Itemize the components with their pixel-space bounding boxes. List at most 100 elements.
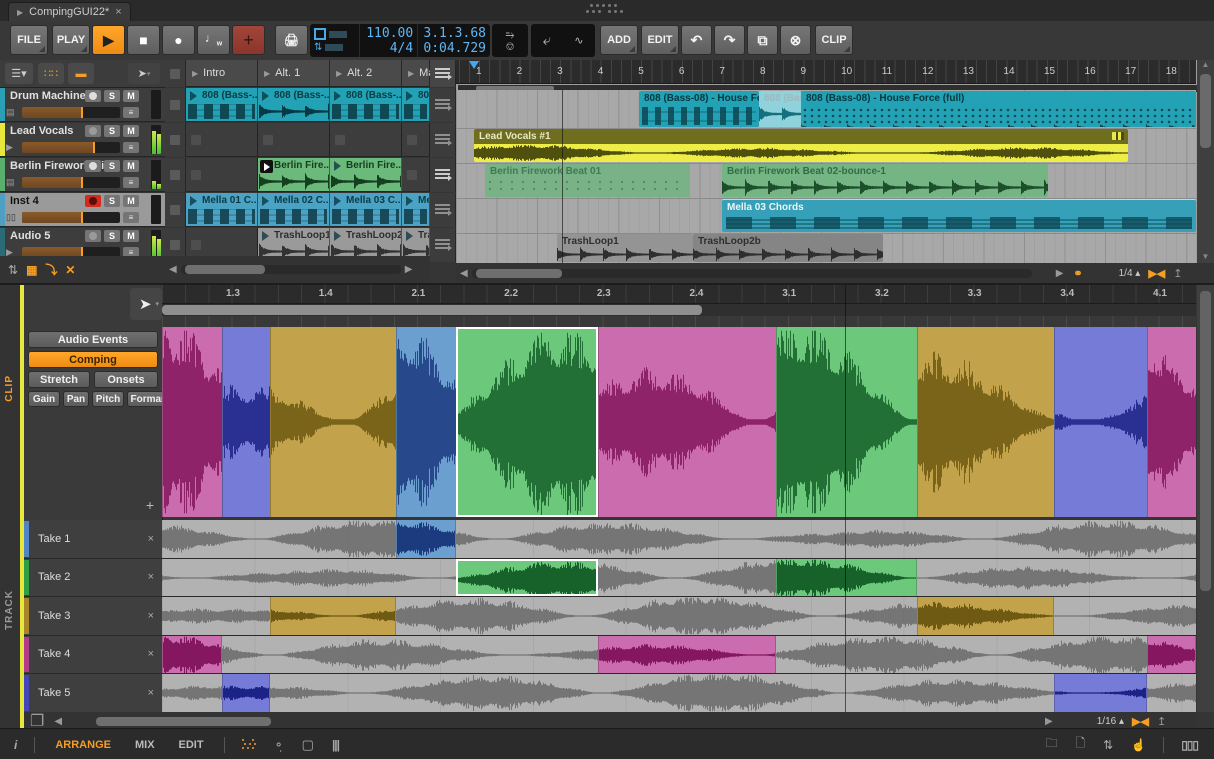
clear-icon[interactable]: ✕ (65, 263, 75, 277)
delete-button[interactable]: ⊗ (780, 25, 811, 55)
stop-button[interactable]: ■ (127, 25, 160, 55)
mute-button[interactable]: M (123, 160, 139, 172)
take-lane-4[interactable] (162, 636, 1196, 675)
tab-close-icon[interactable]: × (115, 6, 121, 18)
clip-slot[interactable]: Mella 03 C... (330, 193, 402, 227)
clip-slot[interactable]: Berlin Fire... (330, 158, 402, 192)
take-header-4[interactable]: Take 4× (24, 636, 162, 675)
arranger-clip[interactable]: 808 (Bass-08) - House Force (full) (801, 91, 1196, 127)
track-menu-icon[interactable]: ≡ (123, 107, 139, 118)
launcher-dots-icon[interactable] (233, 738, 265, 752)
zoom-fit-icon[interactable]: ↥ (1173, 267, 1182, 280)
editor-snap-value[interactable]: 1/16 ▴ (1097, 716, 1124, 727)
play-position[interactable]: 3.1.3.68 (418, 26, 486, 41)
volume-slider[interactable] (22, 212, 120, 223)
playstart-marker[interactable] (469, 61, 479, 69)
mode-button-onsets[interactable]: Onsets (94, 371, 158, 388)
arranger-clip[interactable]: TrashLoop1 (557, 234, 693, 262)
arranger-clip[interactable]: 808 (Bass-08) - House Force ( (639, 91, 759, 127)
stop-clip-icon[interactable] (170, 205, 180, 215)
editor-pointer-tool[interactable]: ➤▾ (130, 288, 162, 320)
clip-slot[interactable] (186, 158, 258, 192)
take-region[interactable] (1054, 674, 1147, 712)
take-delete-icon[interactable]: × (148, 610, 154, 622)
comp-segment-take3[interactable] (270, 327, 396, 517)
clip-slot[interactable] (402, 123, 430, 157)
fade-icon[interactable]: ∿ (574, 34, 583, 47)
comp-segment-take4[interactable] (598, 327, 776, 517)
document-tab[interactable]: ▶ CompingGUI22* × (8, 2, 131, 21)
track-row-inst-4[interactable]: Inst 4SM▯▯≡ (0, 193, 165, 227)
edit-button[interactable]: EDIT (641, 25, 679, 55)
pointer-tool-button[interactable]: ➤▾ (128, 63, 160, 84)
clip-slot[interactable]: Mella 02 C... (258, 193, 330, 227)
comp-area[interactable] (162, 327, 1196, 517)
add-button[interactable]: ADD (600, 25, 638, 55)
snap-mode-icon[interactable]: ▶◀ (1132, 715, 1149, 728)
follow-icon[interactable]: ⤵ (45, 261, 57, 278)
sub-lanes-icon[interactable] (435, 169, 450, 181)
comp-segment-take2[interactable] (456, 327, 598, 517)
info-icon[interactable]: i (0, 738, 26, 752)
take-region[interactable] (396, 520, 456, 558)
stop-clip-icon[interactable] (170, 170, 180, 180)
comp-segment-take5[interactable] (222, 327, 270, 517)
add-take-button[interactable]: + (146, 497, 154, 513)
scene-play-icon[interactable]: ▶ (264, 69, 270, 78)
clip-slot[interactable]: Mella 01 C... (186, 193, 258, 227)
take-header-1[interactable]: Take 1× (24, 520, 162, 559)
clip-slot[interactable] (330, 123, 402, 157)
stop-clip-icon[interactable] (170, 100, 180, 110)
record-arm-button[interactable] (85, 160, 101, 172)
redo-button[interactable]: ↷ (714, 25, 745, 55)
scroll-right-icon[interactable]: ▶ (1052, 268, 1068, 279)
stop-all-icon[interactable] (170, 69, 180, 79)
stop-clip-icon[interactable] (170, 135, 180, 145)
solo-button[interactable]: S (104, 160, 120, 172)
take-region[interactable] (1147, 636, 1196, 674)
take-region[interactable] (162, 636, 222, 674)
sub-lanes-icon[interactable] (435, 99, 450, 111)
undo-button[interactable]: ↶ (681, 25, 712, 55)
scroll-right-icon[interactable]: ▶ (1041, 716, 1057, 727)
scene-alt1[interactable]: ▶Alt. 1 (258, 60, 330, 87)
editor-vscrollbar[interactable] (1197, 285, 1214, 712)
display-profile-button[interactable]: 🖨 (275, 25, 308, 55)
scene-main[interactable]: ▶Main (402, 60, 430, 87)
comp-segment-take4[interactable] (162, 327, 222, 517)
play-time[interactable]: 0:04.729 (418, 41, 486, 56)
comp-segment-take1[interactable] (396, 327, 456, 517)
metronome-icon[interactable]: ⎊ (506, 41, 515, 53)
track-tab[interactable]: TRACK (4, 590, 15, 630)
scroll-left-icon[interactable]: ◀ (165, 264, 181, 275)
time-signature[interactable]: 4/4 (360, 41, 413, 56)
track-row-lead-vocals[interactable]: Lead VocalsSM▶≡ (0, 123, 165, 157)
solo-button[interactable]: S (104, 230, 120, 242)
record-arm-button[interactable] (85, 230, 101, 242)
mode-button-stretch[interactable]: Stretch (28, 371, 90, 388)
clip-slot[interactable] (402, 158, 430, 192)
take-region[interactable] (222, 674, 270, 712)
editor-zoom-range[interactable] (162, 304, 1196, 316)
clip-slot[interactable]: Mella (402, 193, 430, 227)
grid-view-icon[interactable]: ∷∷ (38, 63, 64, 84)
scene-alt2[interactable]: ▶Alt. 2 (330, 60, 402, 87)
tempo-value[interactable]: 110.00 (360, 26, 413, 41)
volume-slider[interactable] (22, 177, 120, 188)
param-button-pan[interactable]: Pan (63, 391, 89, 407)
track-menu-icon[interactable]: ≡ (123, 142, 139, 153)
snap-mode-icon[interactable]: ▶◀ (1148, 267, 1165, 280)
arranger-clip[interactable]: TrashLoop2b (693, 234, 883, 262)
comp-segment-take4[interactable] (1147, 327, 1196, 517)
take-region[interactable] (598, 636, 776, 674)
record-button[interactable]: ● (162, 25, 195, 55)
scroll-left-icon[interactable]: ◀ (50, 716, 66, 727)
tab-arrange[interactable]: ARRANGE (43, 739, 123, 751)
volume-slider[interactable] (22, 107, 120, 118)
inspector-page-icon[interactable]: 🗋 (1067, 734, 1095, 755)
take-region[interactable] (776, 559, 917, 597)
take-lane-1[interactable] (162, 520, 1196, 559)
scene-play-icon[interactable]: ▶ (408, 69, 414, 78)
take-region[interactable] (270, 597, 396, 635)
scroll-up-icon[interactable]: ▲ (1197, 60, 1214, 69)
